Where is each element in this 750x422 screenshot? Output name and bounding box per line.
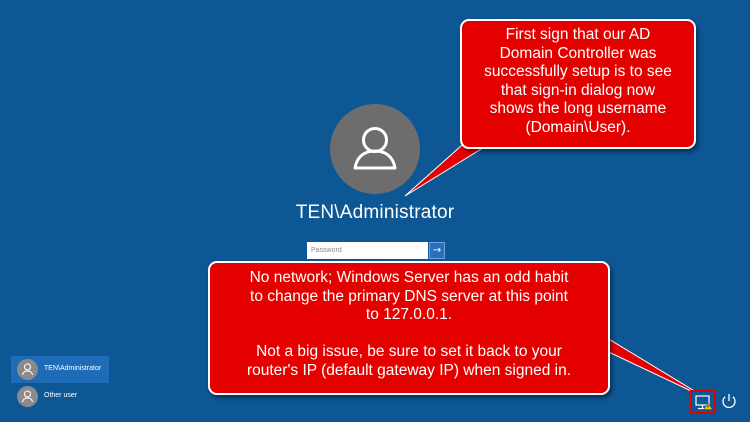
power-icon <box>722 394 736 409</box>
user-list-label: TEN\Administrator <box>44 365 102 372</box>
submit-arrow-button[interactable]: → <box>429 242 445 259</box>
user-list: TEN\Administrator Other user <box>11 356 109 410</box>
avatar <box>17 386 38 407</box>
callout-bottom-pointer <box>595 337 707 399</box>
password-input[interactable] <box>307 242 428 259</box>
password-row: → <box>307 242 445 259</box>
user-icon <box>21 363 34 376</box>
power-button[interactable] <box>720 392 738 410</box>
user-avatar <box>330 104 420 194</box>
callout-domain-signin: First sign that our AD Domain Controller… <box>460 19 696 149</box>
user-list-item-other-user[interactable]: Other user <box>11 383 109 410</box>
network-icon <box>695 395 713 410</box>
user-icon <box>21 390 34 403</box>
arrow-right-icon: → <box>432 244 442 256</box>
user-list-label: Other user <box>44 392 78 399</box>
lock-screen: TEN\Administrator → TEN\Administrator Ot… <box>0 0 750 422</box>
callout-no-network: No network; Windows Server has an odd ha… <box>208 261 610 395</box>
user-icon <box>353 127 397 170</box>
network-status-button[interactable] <box>690 390 716 414</box>
username-label: TEN\Administrator <box>295 202 455 223</box>
avatar <box>17 359 38 380</box>
user-list-item-administrator[interactable]: TEN\Administrator <box>11 356 109 383</box>
